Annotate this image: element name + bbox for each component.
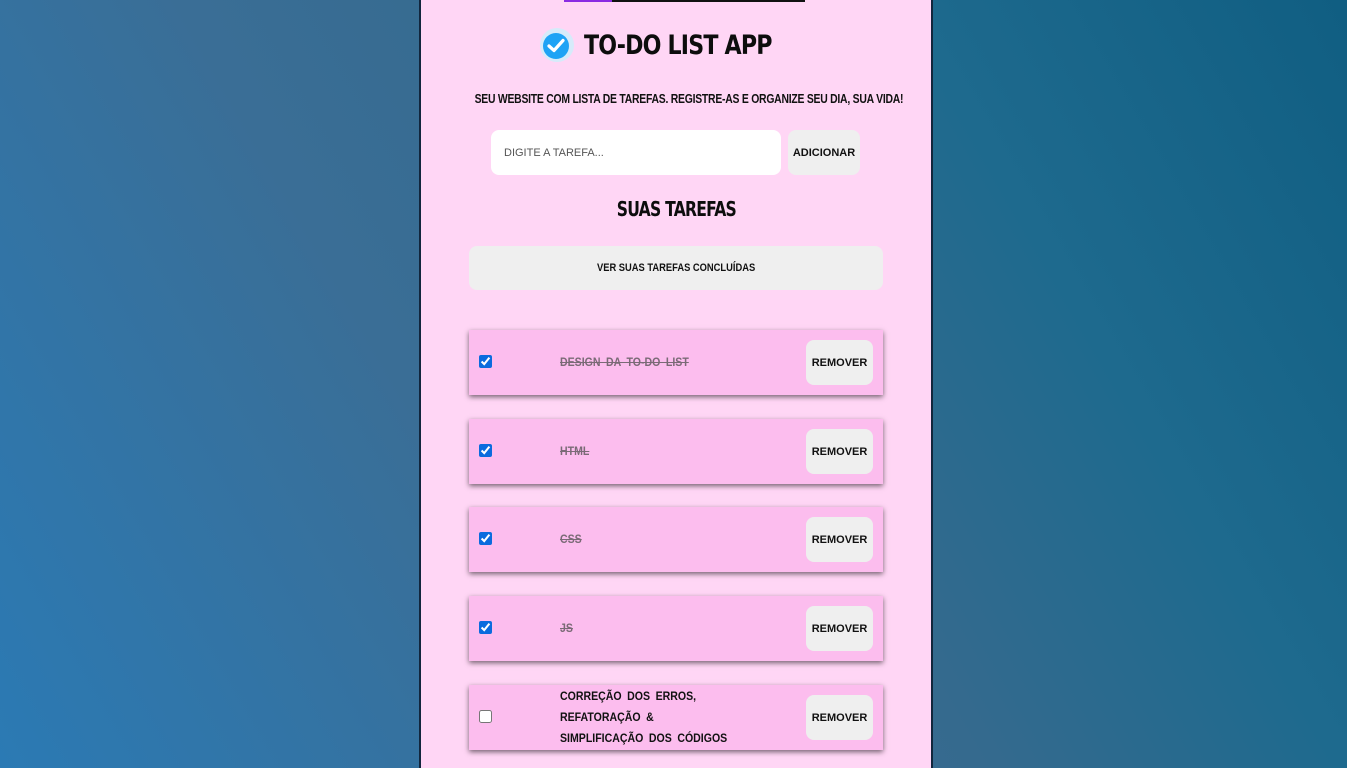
app-subtitle: SEU WEBSITE COM LISTA DE TAREFAS. REGIST… <box>474 91 904 106</box>
task-input[interactable] <box>491 130 781 175</box>
task-item: DESIGN DA TO-DO LIST REMOVER <box>469 330 883 395</box>
remove-task-button[interactable]: REMOVER <box>806 695 873 740</box>
top-strip-accent <box>564 0 612 2</box>
title-row: TO-DO LIST APP <box>421 28 931 62</box>
task-label: JS <box>560 621 573 635</box>
add-task-button[interactable]: ADICIONAR <box>788 130 860 175</box>
tasks-heading: SUAS TAREFAS <box>616 197 736 221</box>
remove-task-button[interactable]: REMOVER <box>806 517 873 562</box>
task-label: DESIGN DA TO-DO LIST <box>560 355 689 369</box>
task-checkbox[interactable] <box>479 444 492 457</box>
task-item: CORREÇÃO DOS ERROS, REFATORAÇÃO & SIMPLI… <box>469 685 883 750</box>
todo-app-panel: TO-DO LIST APP SEU WEBSITE COM LISTA DE … <box>419 0 933 768</box>
task-checkbox[interactable] <box>479 532 492 545</box>
app-title: TO-DO LIST APP <box>583 29 772 61</box>
remove-task-button[interactable]: REMOVER <box>806 429 873 474</box>
view-completed-tasks-button[interactable]: VER SUAS TAREFAS CONCLUÍDAS <box>469 246 883 290</box>
task-label: HTML <box>560 444 590 458</box>
task-checkbox[interactable] <box>479 355 492 368</box>
task-label: CORREÇÃO DOS ERROS, REFATORAÇÃO & SIMPLI… <box>560 689 728 745</box>
remove-task-button[interactable]: REMOVER <box>806 340 873 385</box>
task-item: JS REMOVER <box>469 596 883 661</box>
task-item: HTML REMOVER <box>469 419 883 484</box>
task-label: CSS <box>560 532 582 546</box>
task-checkbox[interactable] <box>479 710 492 723</box>
check-circle-icon <box>539 28 574 62</box>
remove-task-button[interactable]: REMOVER <box>806 606 873 651</box>
task-item: CSS REMOVER <box>469 507 883 572</box>
task-checkbox[interactable] <box>479 621 492 634</box>
